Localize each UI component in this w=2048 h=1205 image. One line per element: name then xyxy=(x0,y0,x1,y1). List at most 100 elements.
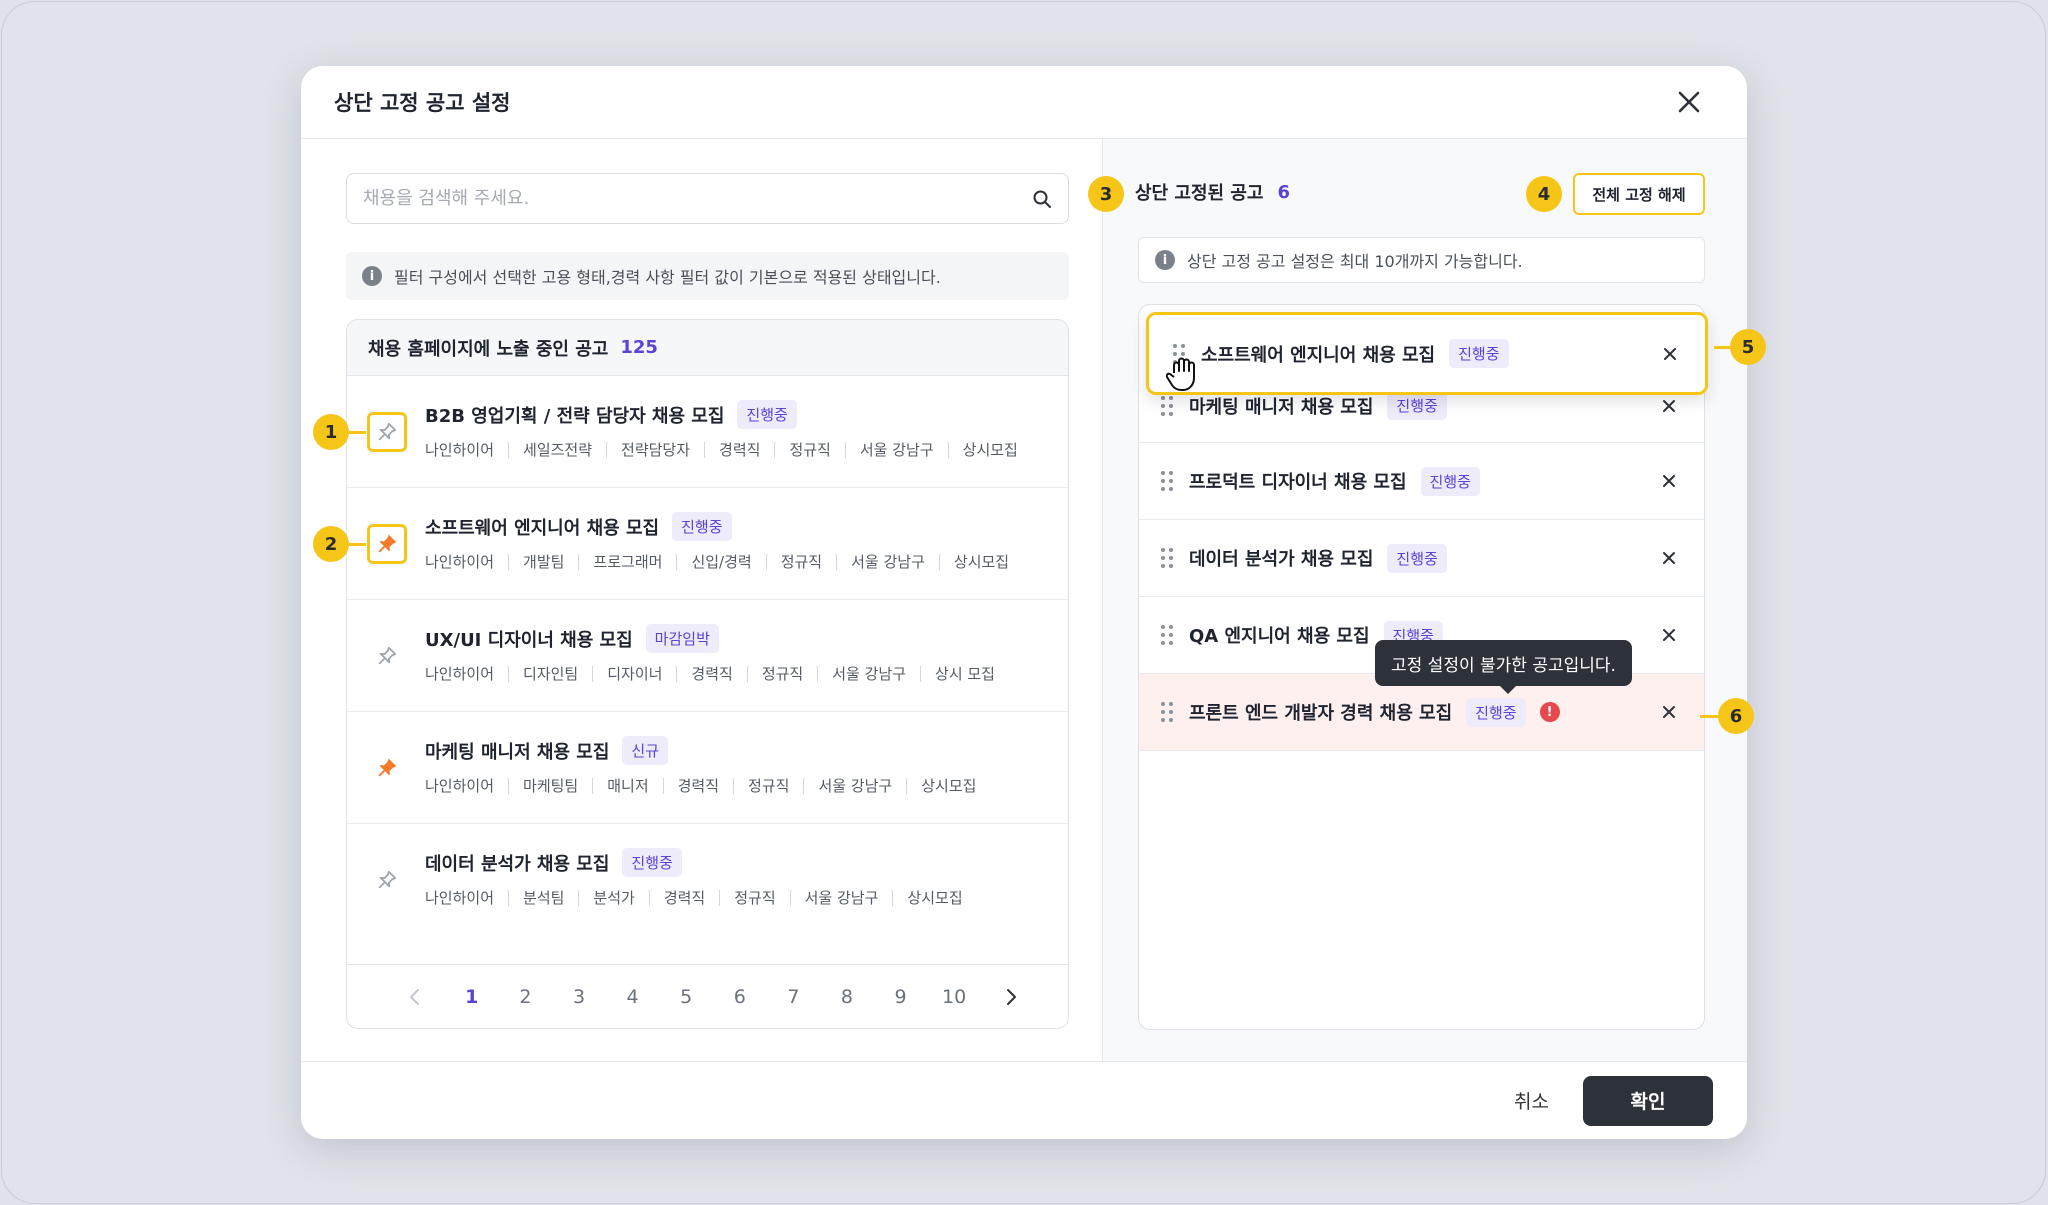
drag-handle-icon[interactable] xyxy=(1161,471,1175,491)
page-number[interactable]: 7 xyxy=(767,986,821,1008)
status-badge: 진행중 xyxy=(1466,697,1526,727)
remove-button[interactable] xyxy=(1663,347,1677,361)
page-number[interactable]: 4 xyxy=(606,986,660,1008)
close-button[interactable] xyxy=(1671,84,1707,120)
page-number[interactable]: 9 xyxy=(874,986,928,1008)
job-list: 채용 홈페이지에 노출 중인 공고 125 B2B 영업기획 / 전략 담당자 … xyxy=(346,319,1069,1029)
job-list-title: 채용 홈페이지에 노출 중인 공고 xyxy=(368,338,609,360)
status-badge: 진행중 xyxy=(672,512,732,541)
job-tag: 상시모집 xyxy=(938,554,1023,570)
remove-button[interactable] xyxy=(1662,551,1676,565)
close-icon xyxy=(1663,629,1675,641)
pin-toggle[interactable] xyxy=(367,860,407,900)
error-icon[interactable]: ! xyxy=(1539,702,1560,722)
pinned-item[interactable]: 데이터 분석가 채용 모집 진행중 xyxy=(1139,520,1704,597)
page-number[interactable]: 2 xyxy=(499,986,553,1008)
job-tag: 정규직 xyxy=(765,554,836,570)
job-tags: 나인하이어 개발팀 프로그래머 신입/경력 정규직 서울 강남구 상시모집 xyxy=(425,554,1023,570)
annotation-marker: 1 xyxy=(313,414,349,450)
job-tag: 서울 강남구 xyxy=(836,554,939,570)
search-icon[interactable] xyxy=(1032,189,1052,209)
job-tags: 나인하이어 디자인팀 디자이너 경력직 정규직 서울 강남구 상시 모집 xyxy=(425,666,1009,682)
search-input[interactable] xyxy=(363,188,1032,209)
annotation-marker: 4 xyxy=(1526,176,1562,212)
status-badge: 진행중 xyxy=(1420,466,1480,496)
error-tooltip: 고정 설정이 불가한 공고입니다. xyxy=(1375,640,1632,694)
pin-settings-modal: 상단 고정 공고 설정 i 필터 구성에서 선택한 고용 형태,경력 사항 필터… xyxy=(301,66,1747,1139)
close-icon xyxy=(1678,91,1700,113)
job-list-count: 125 xyxy=(620,337,658,358)
job-tag: 나인하이어 xyxy=(425,441,495,459)
modal-footer: 취소 확인 xyxy=(301,1061,1747,1139)
status-badge: 진행중 xyxy=(1449,339,1509,368)
job-tag: 상시모집 xyxy=(947,442,1032,458)
confirm-button[interactable]: 확인 xyxy=(1583,1075,1713,1126)
remove-button[interactable] xyxy=(1662,399,1676,413)
page-number[interactable]: 10 xyxy=(927,986,981,1008)
job-tag: 서울 강남구 xyxy=(789,890,893,906)
drag-handle-icon[interactable] xyxy=(1161,625,1175,645)
status-badge: 진행중 xyxy=(622,848,682,877)
pin-toggle[interactable] xyxy=(367,748,407,788)
status-badge: 신규 xyxy=(622,736,669,765)
pinned-item[interactable]: 프로덕트 디자이너 채용 모집 진행중 xyxy=(1139,443,1704,520)
filter-info-banner: i 필터 구성에서 선택한 고용 형태,경력 사항 필터 값이 기본으로 적용된… xyxy=(346,252,1069,300)
close-icon xyxy=(1663,706,1675,718)
pin-toggle[interactable] xyxy=(367,412,407,452)
modal-title: 상단 고정 공고 설정 xyxy=(334,91,511,115)
prev-page-button[interactable] xyxy=(385,988,445,1006)
page-number[interactable]: 3 xyxy=(552,986,606,1008)
status-badge: 마감임박 xyxy=(645,624,719,653)
close-icon xyxy=(1663,399,1675,412)
job-tag: 전략담당자 xyxy=(606,442,704,458)
annotation-marker: 6 xyxy=(1718,698,1754,734)
pin-toggle[interactable] xyxy=(367,524,407,564)
pinned-item-title: QA 엔지니어 채용 모집 xyxy=(1189,626,1370,647)
info-icon: i xyxy=(362,266,382,286)
job-tag: 서울 강남구 xyxy=(803,778,906,794)
pin-limit-text: 상단 고정 공고 설정은 최대 10개까지 가능합니다. xyxy=(1187,252,1523,271)
job-list-header: 채용 홈페이지에 노출 중인 공고 125 xyxy=(347,320,1068,376)
remove-button[interactable] xyxy=(1662,628,1676,642)
job-tag: 경력직 xyxy=(648,890,719,906)
job-list-panel: i 필터 구성에서 선택한 고용 형태,경력 사항 필터 값이 기본으로 적용된… xyxy=(301,139,1103,1062)
job-tag: 개발팀 xyxy=(508,554,578,570)
dragging-item[interactable]: 소프트웨어 엔지니어 채용 모집 진행중 xyxy=(1146,312,1708,395)
job-title: 소프트웨어 엔지니어 채용 모집 xyxy=(425,517,660,539)
next-page-button[interactable] xyxy=(981,988,1041,1006)
pin-outline-icon xyxy=(378,870,397,889)
page-number[interactable]: 1 xyxy=(445,986,499,1008)
cancel-button[interactable]: 취소 xyxy=(1510,1087,1553,1114)
modal-header: 상단 고정 공고 설정 xyxy=(301,66,1747,139)
job-tags: 나인하이어 분석팀 분석가 경력직 정규직 서울 강남구 상시모집 xyxy=(425,890,977,906)
unpin-all-button[interactable]: 전체 고정 해제 xyxy=(1573,173,1705,215)
remove-button[interactable] xyxy=(1662,474,1676,488)
status-badge: 진행중 xyxy=(1387,543,1447,573)
page-number[interactable]: 8 xyxy=(820,986,874,1008)
job-title: UX/UI 디자이너 채용 모집 xyxy=(425,629,633,651)
pin-filled-icon xyxy=(378,535,396,553)
job-row: UX/UI 디자이너 채용 모집 마감임박 나인하이어 디자인팀 디자이너 경력직 정규직… xyxy=(347,600,1068,712)
job-row: 소프트웨어 엔지니어 채용 모집 진행중 나인하이어 개발팀 프로그래머 신입/경력 정규… xyxy=(347,488,1068,600)
job-row: B2B 영업기획 / 전략 담당자 채용 모집 진행중 나인하이어 세일즈전략 전략담… xyxy=(347,376,1068,488)
job-tag: 세일즈전략 xyxy=(508,442,606,458)
page-number[interactable]: 6 xyxy=(713,986,767,1008)
close-icon xyxy=(1663,552,1675,564)
job-title: B2B 영업기획 / 전략 담당자 채용 모집 xyxy=(425,405,725,427)
drag-handle-icon[interactable] xyxy=(1161,548,1175,568)
pinned-count: 6 xyxy=(1277,181,1290,203)
drag-handle-icon[interactable] xyxy=(1161,395,1175,416)
job-tag: 서울 강남구 xyxy=(817,666,920,682)
pin-toggle[interactable] xyxy=(367,636,407,676)
page-number[interactable]: 5 xyxy=(659,986,713,1008)
drag-handle-icon[interactable] xyxy=(1161,702,1175,722)
annotation-marker: 5 xyxy=(1730,329,1766,365)
job-tags: 나인하이어 세일즈전략 전략담당자 경력직 정규직 서울 강남구 상시모집 xyxy=(425,442,1032,458)
job-tag: 경력직 xyxy=(662,778,733,794)
grab-cursor-icon xyxy=(1166,357,1195,391)
modal-body: i 필터 구성에서 선택한 고용 형태,경력 사항 필터 값이 기본으로 적용된… xyxy=(301,139,1747,1062)
job-tag: 정규직 xyxy=(774,442,844,458)
job-tag: 경력직 xyxy=(676,666,746,682)
remove-button[interactable] xyxy=(1662,705,1676,719)
search-box xyxy=(346,173,1069,224)
